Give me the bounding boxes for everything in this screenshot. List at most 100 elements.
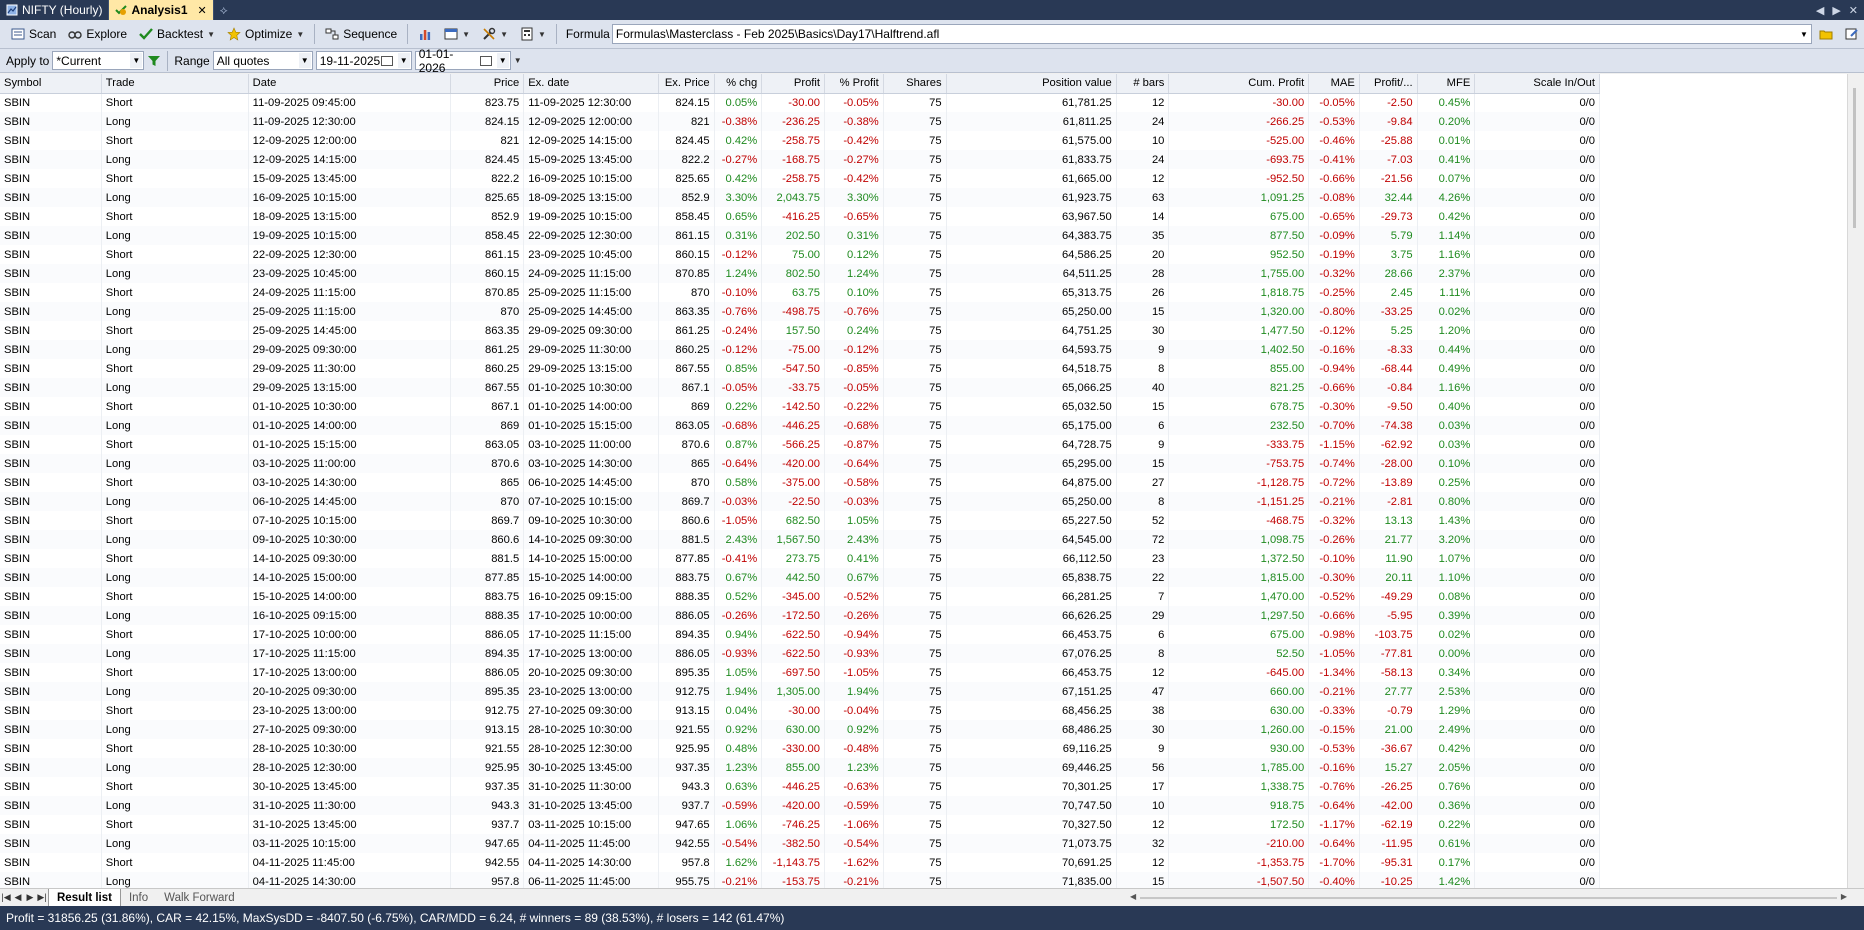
column-header[interactable]: # bars <box>1116 74 1170 94</box>
column-header[interactable]: Scale In/Out <box>1474 74 1600 94</box>
table-row[interactable]: SBIN Long 27-10-2025 09:30:00 913.15 28-10-2… <box>0 720 1600 739</box>
close-window-icon[interactable]: ✕ <box>1849 4 1858 17</box>
new-tab-button[interactable]: ⟡ <box>214 0 234 20</box>
table-row[interactable]: SBIN Long 29-09-2025 09:30:00 861.25 29-09-2… <box>0 340 1600 359</box>
table-row[interactable]: SBIN Long 01-10-2025 14:00:00 869 01-10-2025… <box>0 416 1600 435</box>
window-layout-button[interactable]: ▼ <box>439 23 475 45</box>
chevron-down-icon[interactable]: ▼ <box>500 30 508 39</box>
chevron-down-icon[interactable]: ▼ <box>296 30 304 39</box>
report-button[interactable] <box>413 23 437 45</box>
table-row[interactable]: SBIN Long 14-10-2025 15:00:00 877.85 15-10-2… <box>0 568 1600 587</box>
scroll-right-icon[interactable]: ▶ <box>1832 4 1840 17</box>
chevron-down-icon[interactable]: ▼ <box>397 53 410 68</box>
column-header[interactable]: Cum. Profit <box>1168 74 1310 94</box>
table-row[interactable]: SBIN Long 28-10-2025 12:30:00 925.95 30-10-2… <box>0 758 1600 777</box>
table-row[interactable]: SBIN Short 28-10-2025 10:30:00 921.55 28-10-… <box>0 739 1600 758</box>
scroll-right-icon[interactable]: ▶ <box>1841 892 1847 901</box>
table-row[interactable]: SBIN Long 17-10-2025 11:15:00 894.35 17-10-2… <box>0 644 1600 663</box>
table-row[interactable]: SBIN Short 17-10-2025 10:00:00 886.05 17-10-… <box>0 625 1600 644</box>
from-date-input[interactable]: 19-11-2025 ▼ <box>315 51 412 70</box>
table-row[interactable]: SBIN Short 23-10-2025 13:00:00 912.75 27-10-… <box>0 701 1600 720</box>
column-header[interactable]: MAE <box>1308 74 1360 94</box>
table-row[interactable]: SBIN Short 01-10-2025 10:30:00 867.1 01-10-2… <box>0 397 1600 416</box>
table-row[interactable]: SBIN Long 04-11-2025 14:30:00 957.8 06-11-20… <box>0 872 1600 888</box>
table-row[interactable]: SBIN Long 23-09-2025 10:45:00 860.15 24-09-2… <box>0 264 1600 283</box>
table-row[interactable]: SBIN Short 17-10-2025 13:00:00 886.05 20-10-… <box>0 663 1600 682</box>
column-header[interactable]: % chg <box>714 74 763 94</box>
settings-button[interactable]: ▼ <box>477 23 513 45</box>
table-row[interactable]: SBIN Short 18-09-2025 13:15:00 852.9 19-09-2… <box>0 207 1600 226</box>
table-row[interactable]: SBIN Long 16-09-2025 10:15:00 825.65 18-09-2… <box>0 188 1600 207</box>
table-row[interactable]: SBIN Long 19-09-2025 10:15:00 858.45 22-09-2… <box>0 226 1600 245</box>
scrollbar-thumb[interactable] <box>1853 88 1856 228</box>
prev-tab-icon[interactable]: ◀ <box>12 892 24 903</box>
tab-analysis1[interactable]: Analysis1 ✕ <box>109 0 214 20</box>
tab-walk-forward[interactable]: Walk Forward <box>156 889 243 907</box>
table-row[interactable]: SBIN Short 11-09-2025 09:45:00 823.75 11-09-… <box>0 93 1600 112</box>
table-row[interactable]: SBIN Long 16-10-2025 09:15:00 888.35 17-10-2… <box>0 606 1600 625</box>
table-row[interactable]: SBIN Short 15-09-2025 13:45:00 822.2 16-09-2… <box>0 169 1600 188</box>
table-row[interactable]: SBIN Short 30-10-2025 13:45:00 937.35 31-10-… <box>0 777 1600 796</box>
column-header[interactable]: Trade <box>101 74 249 94</box>
column-header[interactable]: Profit/... <box>1359 74 1418 94</box>
toolbar-overflow-icon[interactable]: ▼ <box>514 56 522 65</box>
vertical-scrollbar[interactable] <box>1847 74 1864 888</box>
table-row[interactable]: SBIN Long 11-09-2025 12:30:00 824.15 12-09-2… <box>0 112 1600 131</box>
table-row[interactable]: SBIN Short 03-10-2025 14:30:00 865 06-10-202… <box>0 473 1600 492</box>
column-header[interactable]: MFE <box>1417 74 1476 94</box>
table-row[interactable]: SBIN Long 12-09-2025 14:15:00 824.45 15-09-2… <box>0 150 1600 169</box>
tab-info[interactable]: Info <box>121 889 156 907</box>
calendar-icon[interactable] <box>380 55 393 66</box>
table-row[interactable]: SBIN Short 29-09-2025 11:30:00 860.25 29-09-… <box>0 359 1600 378</box>
column-header[interactable]: Price <box>450 74 525 94</box>
table-row[interactable]: SBIN Short 15-10-2025 14:00:00 883.75 16-10-… <box>0 587 1600 606</box>
backtest-button[interactable]: Backtest ▼ <box>134 23 220 45</box>
table-row[interactable]: SBIN Short 04-11-2025 11:45:00 942.55 04-11-… <box>0 853 1600 872</box>
table-row[interactable]: SBIN Long 29-09-2025 13:15:00 867.55 01-10-2… <box>0 378 1600 397</box>
chevron-down-icon[interactable]: ▼ <box>298 53 311 68</box>
explore-button[interactable]: Explore <box>63 23 132 45</box>
chevron-down-icon[interactable]: ▼ <box>538 30 546 39</box>
column-header[interactable]: Profit <box>761 74 826 94</box>
table-row[interactable]: SBIN Short 22-09-2025 12:30:00 861.15 23-09-… <box>0 245 1600 264</box>
table-row[interactable]: SBIN Short 01-10-2025 15:15:00 863.05 03-10-… <box>0 435 1600 454</box>
chevron-down-icon[interactable]: ▼ <box>462 30 470 39</box>
scan-button[interactable]: Scan <box>6 23 61 45</box>
table-row[interactable]: SBIN Short 07-10-2025 10:15:00 869.7 09-10-2… <box>0 511 1600 530</box>
tab-nifty-hourly[interactable]: NIFTY (Hourly) <box>0 0 110 20</box>
column-header[interactable]: Position value <box>946 74 1117 94</box>
scroll-left-icon[interactable]: ◀ <box>1816 4 1824 17</box>
table-row[interactable]: SBIN Long 25-09-2025 11:15:00 870 25-09-2025… <box>0 302 1600 321</box>
column-header[interactable]: Symbol <box>0 74 102 94</box>
edit-formula-button[interactable] <box>1840 23 1864 45</box>
table-row[interactable]: SBIN Short 31-10-2025 13:45:00 937.7 03-11-2… <box>0 815 1600 834</box>
sequence-button[interactable]: Sequence <box>320 23 402 45</box>
optimize-button[interactable]: Optimize ▼ <box>222 23 309 45</box>
table-row[interactable]: SBIN Long 03-10-2025 11:00:00 870.6 03-10-20… <box>0 454 1600 473</box>
table-row[interactable]: SBIN Long 31-10-2025 11:30:00 943.3 31-10-20… <box>0 796 1600 815</box>
column-header[interactable]: % Profit <box>824 74 884 94</box>
apply-to-select[interactable]: *Current ▼ <box>52 51 145 70</box>
filter-icon[interactable] <box>147 54 161 68</box>
calendar-icon[interactable] <box>479 55 492 66</box>
chevron-down-icon[interactable]: ▼ <box>496 53 509 68</box>
column-header[interactable]: Shares <box>883 74 947 94</box>
scrollbar-track[interactable] <box>1140 897 1837 899</box>
table-row[interactable]: SBIN Long 20-10-2025 09:30:00 895.35 23-10-2… <box>0 682 1600 701</box>
range-select[interactable]: All quotes ▼ <box>212 51 313 70</box>
chevron-down-icon[interactable]: ▼ <box>130 53 143 68</box>
tab-result-list[interactable]: Result list <box>48 888 121 907</box>
open-formula-button[interactable] <box>1814 23 1838 45</box>
last-tab-icon[interactable]: ▶| <box>36 892 48 903</box>
table-row[interactable]: SBIN Short 24-09-2025 11:15:00 870.85 25-09-… <box>0 283 1600 302</box>
table-row[interactable]: SBIN Short 12-09-2025 12:00:00 821 12-09-202… <box>0 131 1600 150</box>
chevron-down-icon[interactable]: ▼ <box>1797 25 1811 43</box>
close-icon[interactable]: ✕ <box>198 4 207 17</box>
table-row[interactable]: SBIN Short 14-10-2025 09:30:00 881.5 14-10-2… <box>0 549 1600 568</box>
column-header[interactable]: Ex. Price <box>658 74 715 94</box>
table-row[interactable]: SBIN Long 09-10-2025 10:30:00 860.6 14-10-20… <box>0 530 1600 549</box>
scroll-left-icon[interactable]: ◀ <box>1130 892 1136 901</box>
table-row[interactable]: SBIN Long 03-11-2025 10:15:00 947.65 04-11-2… <box>0 834 1600 853</box>
to-date-input[interactable]: 01-01-2026 ▼ <box>414 47 511 75</box>
horizontal-scrollbar[interactable]: ◀ ▶ <box>1130 892 1847 904</box>
